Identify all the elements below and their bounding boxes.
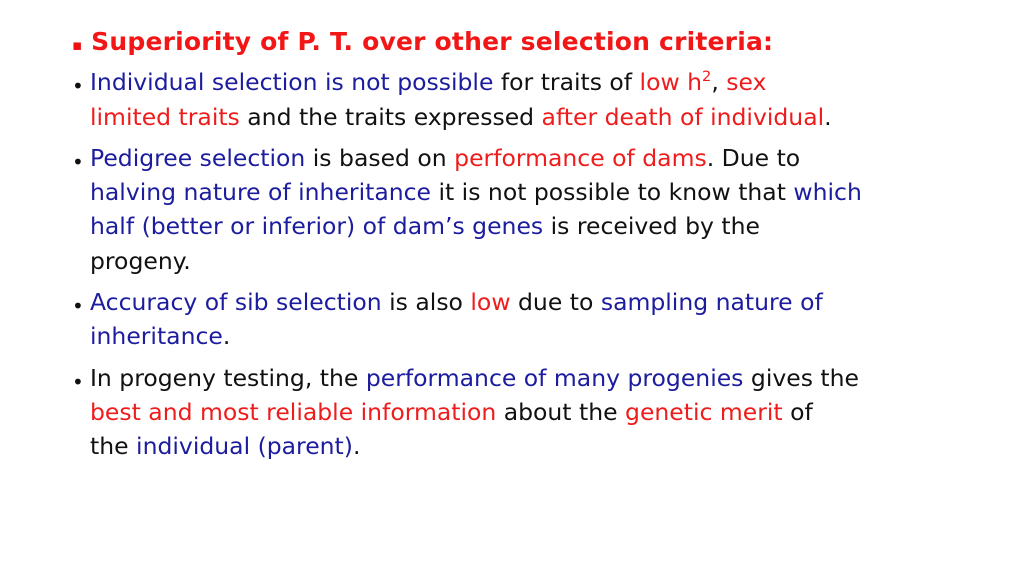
slide-canvas: ▪ Superiority of P. T. over other select…: [0, 0, 1024, 576]
text-run-black: about the: [503, 397, 626, 426]
round-bullet-icon: •: [72, 369, 84, 394]
text-run-black: is also: [389, 288, 471, 317]
text-run-blue: individual (parent): [136, 432, 353, 461]
text-run-black: is received by the: [550, 212, 760, 241]
slide-heading: ▪ Superiority of P. T. over other select…: [72, 26, 966, 57]
text-run-blue: Individual selection is not possible: [90, 68, 501, 97]
round-bullet-icon: •: [72, 149, 84, 174]
text-line: limited traits and the traits expressed …: [90, 100, 966, 134]
text-run-black: it is not possible to know that: [438, 178, 794, 207]
text-run-red: genetic merit: [625, 397, 791, 426]
text-run-red: after death of individual: [541, 102, 825, 131]
text-line: In progeny testing, the performance of m…: [90, 361, 966, 395]
text-run-black: ,: [711, 68, 727, 97]
text-run-blue: half (better or inferior) of dam’s genes: [90, 212, 551, 241]
square-bullet-icon: ▪: [72, 36, 83, 54]
text-line: progeny.: [90, 244, 966, 278]
round-bullet-icon: •: [72, 74, 84, 99]
text-run-red: low: [470, 288, 519, 317]
text-run-blue: inheritance: [90, 322, 223, 351]
text-run-red: low h: [639, 68, 703, 97]
text-run-red: 2: [702, 68, 711, 96]
bullet-text-progeny-testing: In progeny testing, the performance of m…: [90, 361, 966, 464]
text-run-blue: halving nature of inheritance: [90, 178, 439, 207]
text-run-black: .: [222, 322, 231, 351]
text-line: Individual selection is not possible for…: [90, 65, 966, 99]
text-run-black: progeny.: [90, 246, 191, 275]
text-line: the individual (parent).: [90, 429, 966, 463]
text-run-red: limited traits: [90, 102, 248, 131]
superscript: 2: [702, 68, 712, 86]
text-run-black: and the traits expressed: [247, 102, 542, 131]
text-run-black: is based on: [312, 143, 455, 172]
text-run-red: sex: [726, 68, 767, 97]
round-bullet-icon: •: [72, 294, 84, 319]
bullet-individual-selection: • Individual selection is not possible fo…: [72, 65, 966, 134]
text-run-black: gives the: [750, 363, 859, 392]
text-line: best and most reliable information about…: [90, 395, 966, 429]
text-line: Accuracy of sib selection is also low du…: [90, 285, 966, 319]
text-run-black: .: [824, 102, 832, 131]
bullet-text-sib-selection: Accuracy of sib selection is also low du…: [90, 285, 966, 354]
text-run-black: the: [90, 432, 137, 461]
text-run-blue: which: [793, 178, 862, 207]
bullet-pedigree-selection: • Pedigree selection is based on performa…: [72, 141, 966, 278]
text-run-black: In progeny testing, the: [90, 363, 366, 392]
bullet-text-individual-selection: Individual selection is not possible for…: [90, 65, 966, 134]
text-run-blue: sampling nature of: [600, 288, 823, 317]
text-line: halving nature of inheritance it is not …: [90, 175, 966, 209]
text-run-black: due to: [518, 288, 601, 317]
bullet-sib-selection: • Accuracy of sib selection is also low d…: [72, 285, 966, 354]
text-run-black: . Due to: [706, 143, 801, 172]
text-run-blue: Accuracy of sib selection: [90, 288, 390, 317]
bullet-text-pedigree-selection: Pedigree selection is based on performan…: [90, 141, 966, 278]
text-run-blue: performance of many progenies: [365, 363, 751, 392]
text-run-red: performance of dams: [454, 143, 707, 172]
text-run-black: .: [352, 432, 361, 461]
text-line: half (better or inferior) of dam’s genes…: [90, 209, 966, 243]
bullet-progeny-testing: • In progeny testing, the performance of …: [72, 361, 966, 464]
text-run-red: best and most reliable information: [90, 397, 504, 426]
text-run-blue: Pedigree selection: [90, 143, 313, 172]
text-line: Pedigree selection is based on performan…: [90, 141, 966, 175]
text-run-black: for traits of: [500, 68, 640, 97]
bullet-list: • Individual selection is not possible fo…: [72, 65, 966, 463]
slide-heading-text: Superiority of P. T. over other selectio…: [91, 27, 774, 56]
text-run-black: of: [790, 397, 813, 426]
text-line: inheritance.: [90, 319, 966, 353]
